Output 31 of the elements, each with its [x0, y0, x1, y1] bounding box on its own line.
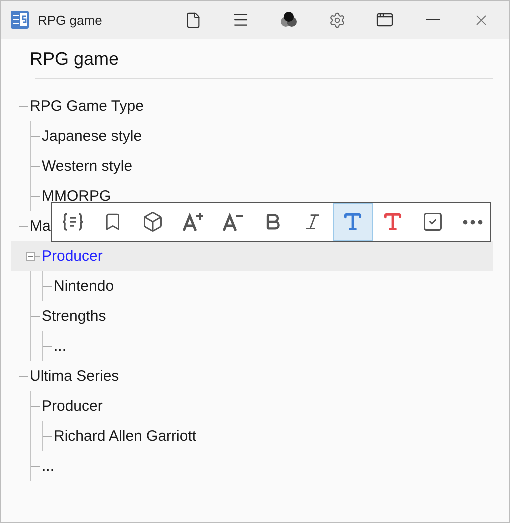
settings-icon	[328, 12, 346, 28]
menu-icon	[232, 11, 250, 29]
document-icon	[184, 12, 202, 28]
toolbar-button[interactable]	[333, 203, 373, 241]
selected-tree-row[interactable]: Producer	[11, 241, 493, 271]
tree-item[interactable]: Ultima Series	[28, 368, 120, 384]
tree-item[interactable]: Ma	[28, 218, 51, 234]
more-icon	[463, 220, 483, 224]
app-icon	[10, 10, 30, 30]
tree-item[interactable]: ...	[52, 338, 67, 354]
font-decrease-icon	[222, 212, 244, 232]
checkbox-icon	[422, 211, 444, 233]
tree-item[interactable]: Japanese style	[40, 128, 142, 144]
circles-icon	[280, 12, 298, 28]
tree-item[interactable]: RPG Game Type	[28, 98, 144, 114]
tree-item[interactable]: Richard Allen Garriott	[52, 428, 197, 444]
page-heading: RPG game	[29, 49, 120, 71]
tree-item[interactable]: ...	[40, 458, 55, 474]
tree-item[interactable]: Producer	[40, 248, 103, 264]
tree-item[interactable]: MMORPG	[40, 188, 112, 204]
window-title: RPG game	[38, 12, 104, 28]
tree-item[interactable]: Western style	[40, 158, 133, 174]
window-icon	[376, 11, 394, 29]
tree-item[interactable]: Producer	[40, 398, 103, 414]
collapse-toggle[interactable]	[26, 252, 35, 260]
minimize-icon	[426, 19, 440, 21]
font-increase-icon	[182, 212, 204, 232]
tree-item[interactable]: Nintendo	[52, 278, 114, 294]
tree-item[interactable]: Strengths	[40, 308, 106, 324]
cube-icon	[142, 211, 164, 233]
braces-icon	[62, 212, 84, 232]
